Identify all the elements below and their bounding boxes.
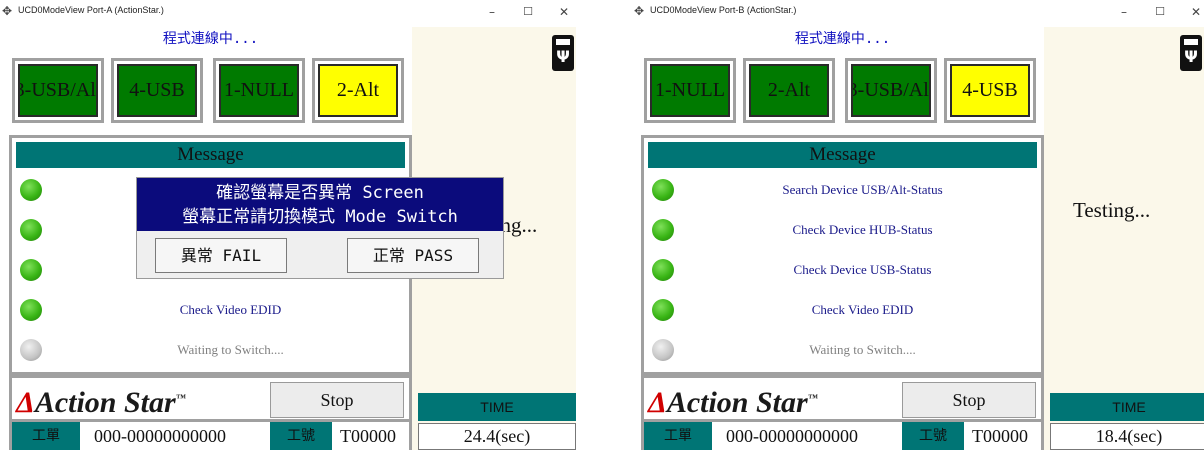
port-button-4[interactable]: 4-USB: [944, 58, 1036, 123]
minimize-button[interactable]: –: [1114, 4, 1134, 20]
message-row: Check Device USB-Status: [648, 250, 1037, 290]
port-button-1[interactable]: 1-NULL: [644, 58, 736, 123]
dialog-line-1: 確認螢幕是否異常 Screen: [216, 183, 424, 203]
footer-bar: 工單 000-00000000000 工號 T00000: [641, 422, 1044, 450]
port-button-1[interactable]: 3-USB/Alt: [12, 58, 104, 123]
message-row: Check Video EDID: [16, 290, 405, 330]
status-led-icon: [652, 299, 674, 321]
close-button[interactable]: ✕: [1186, 4, 1204, 20]
port-label: 3-USB/Alt: [18, 64, 98, 117]
order-value: 000-00000000000: [94, 426, 226, 446]
port-button-2[interactable]: 4-USB: [111, 58, 203, 123]
pass-button[interactable]: 正常 PASS: [347, 238, 479, 273]
window-port-b: ✥ UCD0ModeView Port-B (ActionStar.) – ☐ …: [632, 0, 1204, 450]
client-area: 程式連線中... 1-NULL 2-Alt 3-USB/Alt 4-USB Me…: [641, 27, 1204, 450]
worker-label: 工號: [902, 422, 964, 450]
order-label: 工單: [12, 422, 80, 450]
footer-bar: 工單 000-00000000000 工號 T00000: [9, 422, 412, 450]
status-led-icon: [20, 339, 42, 361]
dialog-line-2: 螢幕正常請切換模式 Mode Switch: [182, 207, 458, 227]
message-text: Waiting to Switch....: [809, 342, 916, 357]
message-panel: Message Search Device USB/Alt-Status Che…: [641, 135, 1044, 375]
testing-status: Testing...: [1073, 198, 1151, 222]
minimize-button[interactable]: –: [482, 4, 502, 20]
connection-status: 程式連線中...: [794, 31, 891, 47]
stop-button[interactable]: Stop: [902, 382, 1036, 418]
title-bar[interactable]: ✥ UCD0ModeView Port-A (ActionStar.) – ☐ …: [0, 0, 577, 26]
message-text: Check Device USB-Status: [793, 262, 932, 277]
port-button-3[interactable]: 3-USB/Alt: [845, 58, 937, 123]
message-row: Search Device USB/Alt-Status: [648, 170, 1037, 210]
port-button-2[interactable]: 2-Alt: [743, 58, 835, 123]
logo-bar: ΔAction Star™ Stop: [9, 375, 412, 422]
order-label: 工單: [644, 422, 712, 450]
logo-text: Action Star: [34, 386, 176, 419]
worker-value: T00000: [972, 426, 1028, 446]
port-label: 4-USB: [117, 64, 197, 117]
usb-icon: [552, 35, 574, 71]
status-led-icon: [20, 219, 42, 241]
time-value: 24.4(sec): [418, 423, 576, 450]
message-row: Waiting to Switch....: [648, 330, 1037, 370]
message-header: Message: [648, 142, 1037, 168]
port-label: 1-NULL: [650, 64, 730, 117]
usb-icon: [1180, 35, 1202, 71]
message-text: Waiting to Switch....: [177, 342, 284, 357]
message-row: Check Device HUB-Status: [648, 210, 1037, 250]
connection-status: 程式連線中...: [162, 31, 259, 47]
maximize-button[interactable]: ☐: [1150, 4, 1170, 20]
status-led-icon: [652, 259, 674, 281]
dialog-prompt: 確認螢幕是否異常 Screen 螢幕正常請切換模式 Mode Switch: [137, 178, 503, 231]
port-button-4[interactable]: 2-Alt: [312, 58, 404, 123]
message-text: Check Video EDID: [179, 302, 282, 317]
status-led-icon: [20, 299, 42, 321]
message-header: Message: [16, 142, 405, 168]
app-icon: ✥: [2, 4, 13, 18]
status-led-icon: [652, 219, 674, 241]
time-value: 18.4(sec): [1050, 423, 1204, 450]
status-led-icon: [20, 259, 42, 281]
worker-value: T00000: [340, 426, 396, 446]
window-title: UCD0ModeView Port-A (ActionStar.): [18, 5, 164, 15]
message-row: Waiting to Switch....: [16, 330, 405, 370]
message-row: Check Video EDID: [648, 290, 1037, 330]
action-star-logo: ΔAction Star™: [16, 386, 186, 419]
fail-button[interactable]: 異常 FAIL: [155, 238, 287, 273]
right-panel: Testing... TIME 18.4(sec): [1044, 27, 1204, 450]
port-label: 4-USB: [950, 64, 1030, 117]
left-panel: 程式連線中... 1-NULL 2-Alt 3-USB/Alt 4-USB Me…: [641, 27, 1044, 450]
time-label: TIME: [1050, 393, 1204, 421]
status-led-icon: [652, 339, 674, 361]
message-text: Check Device HUB-Status: [792, 222, 933, 237]
port-label: 1-NULL: [219, 64, 299, 117]
time-label: TIME: [418, 393, 576, 421]
title-bar[interactable]: ✥ UCD0ModeView Port-B (ActionStar.) – ☐ …: [632, 0, 1204, 26]
screen-check-dialog: 確認螢幕是否異常 Screen 螢幕正常請切換模式 Mode Switch 異常…: [136, 177, 504, 279]
window-title: UCD0ModeView Port-B (ActionStar.): [650, 5, 797, 15]
port-label: 3-USB/Alt: [851, 64, 931, 117]
stop-button[interactable]: Stop: [270, 382, 404, 418]
status-led-icon: [20, 179, 42, 201]
message-text: Search Device USB/Alt-Status: [782, 182, 943, 197]
logo-text: Action Star: [666, 386, 808, 419]
close-button[interactable]: ✕: [554, 4, 574, 20]
logo-bar: ΔAction Star™ Stop: [641, 375, 1044, 422]
action-star-logo: ΔAction Star™: [648, 386, 818, 419]
message-text: Check Video EDID: [811, 302, 914, 317]
port-label: 2-Alt: [318, 64, 398, 117]
port-label: 2-Alt: [749, 64, 829, 117]
order-value: 000-00000000000: [726, 426, 858, 446]
port-button-3[interactable]: 1-NULL: [213, 58, 305, 123]
app-icon: ✥: [634, 4, 645, 18]
status-led-icon: [652, 179, 674, 201]
maximize-button[interactable]: ☐: [518, 4, 538, 20]
worker-label: 工號: [270, 422, 332, 450]
